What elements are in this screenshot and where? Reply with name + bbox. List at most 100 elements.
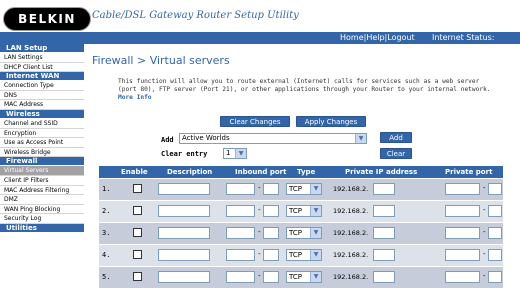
sidebar-section-lan-setup[interactable]: LAN Setup — [0, 44, 84, 53]
private-port-end-input[interactable] — [488, 271, 502, 283]
type-value: TCP — [289, 251, 302, 259]
private-port-end-input[interactable] — [488, 183, 502, 195]
sidebar-section-internet-wan[interactable]: Internet WAN — [0, 72, 84, 82]
clear-changes-button[interactable]: Clear Changes — [220, 116, 290, 127]
description-input[interactable] — [158, 205, 210, 217]
type-select[interactable]: TCP ▼ — [286, 205, 322, 217]
sidebar-item-connection-type[interactable]: Connection Type — [0, 81, 84, 91]
inbound-port-start-input[interactable] — [226, 271, 255, 283]
inbound-port-start-input[interactable] — [226, 205, 255, 217]
private-port-start-input[interactable] — [445, 227, 480, 239]
sidebar-item-dns[interactable]: DNS — [0, 90, 84, 101]
description-text: This function will allow you to route ex… — [118, 78, 491, 93]
sidebar-item-mac-address-filtering[interactable]: MAC Address Filtering — [0, 185, 84, 196]
inbound-port-end-input[interactable] — [263, 249, 279, 261]
clear-entry-label: Clear entry — [161, 150, 208, 158]
enable-checkbox[interactable] — [133, 250, 142, 259]
inbound-port-start-input[interactable] — [226, 249, 255, 261]
description-input[interactable] — [158, 183, 210, 195]
private-port-start-input[interactable] — [445, 249, 480, 261]
clear-button[interactable]: Clear — [380, 148, 412, 159]
enable-checkbox[interactable] — [133, 272, 142, 281]
sidebar-item-dhcp-client-list[interactable]: DHCP Client List — [0, 62, 84, 73]
clear-entry-select[interactable]: 1 ▼ — [223, 148, 247, 159]
chevron-down-icon[interactable]: ▼ — [310, 206, 321, 216]
type-select[interactable]: TCP ▼ — [286, 183, 322, 195]
top-links[interactable]: Home|Help|Logout — [340, 33, 415, 42]
enable-checkbox[interactable] — [133, 206, 142, 215]
sidebar-item-wireless-bridge[interactable]: Wireless Bridge — [0, 147, 84, 158]
type-value: TCP — [289, 207, 302, 215]
description-input[interactable] — [158, 227, 210, 239]
description-input[interactable] — [158, 249, 210, 261]
more-info-link[interactable]: More Info — [118, 94, 152, 101]
ip-prefix: 192.168.2. — [333, 229, 369, 237]
add-label: Add — [161, 136, 174, 144]
private-ip-input[interactable] — [373, 183, 395, 195]
clear-entry-value: 1 — [226, 149, 231, 157]
private-port-end-input[interactable] — [488, 249, 502, 261]
inbound-port-end-input[interactable] — [263, 227, 279, 239]
private-ip-input[interactable] — [373, 249, 395, 261]
app-title: Cable/DSL Gateway Router Setup Utility — [92, 10, 299, 21]
main-content: Firewall > Virtual servers This function… — [84, 44, 520, 288]
sidebar-item-dmz[interactable]: DMZ — [0, 195, 84, 205]
table-row: 2. - TCP ▼ 192.168.2. - — [99, 200, 503, 222]
sidebar-item-encryption[interactable]: Encryption — [0, 128, 84, 139]
inbound-port-end-input[interactable] — [263, 205, 279, 217]
chevron-down-icon[interactable]: ▼ — [235, 149, 246, 158]
add-service-select[interactable]: Active Worlds ▼ — [179, 133, 367, 144]
ip-prefix: 192.168.2. — [333, 273, 369, 281]
private-ip-input[interactable] — [373, 227, 395, 239]
sidebar-item-lan-settings[interactable]: LAN Settings — [0, 53, 84, 63]
chevron-down-icon[interactable]: ▼ — [310, 228, 321, 238]
add-service-value: Active Worlds — [182, 134, 230, 142]
private-ip-input[interactable] — [373, 271, 395, 283]
private-port-end-input[interactable] — [488, 205, 502, 217]
sidebar-item-client-ip-filters[interactable]: Client IP Filters — [0, 175, 84, 186]
row-number: 3. — [102, 229, 111, 237]
inbound-port-end-input[interactable] — [263, 271, 279, 283]
enable-checkbox[interactable] — [133, 184, 142, 193]
table-row: 5. - TCP ▼ 192.168.2. - — [99, 266, 503, 288]
inbound-port-start-input[interactable] — [226, 183, 255, 195]
inbound-port-start-input[interactable] — [226, 227, 255, 239]
port-range-separator: - — [483, 228, 486, 236]
sidebar-section-utilities[interactable]: Utilities — [0, 223, 84, 233]
private-port-start-input[interactable] — [445, 271, 480, 283]
row-number: 1. — [102, 185, 111, 193]
type-select[interactable]: TCP ▼ — [286, 227, 322, 239]
chevron-down-icon[interactable]: ▼ — [310, 184, 321, 194]
sidebar-item-channel-ssid[interactable]: Channel and SSID — [0, 118, 84, 129]
ip-prefix: 192.168.2. — [333, 185, 369, 193]
type-select[interactable]: TCP ▼ — [286, 271, 322, 283]
private-port-start-input[interactable] — [445, 183, 480, 195]
logo-text: BELKIN — [18, 12, 76, 26]
description-input[interactable] — [158, 271, 210, 283]
add-button[interactable]: Add — [380, 132, 412, 143]
sidebar-item-access-point[interactable]: Use as Access Point — [0, 138, 84, 148]
chevron-down-icon[interactable]: ▼ — [355, 134, 366, 143]
chevron-down-icon[interactable]: ▼ — [310, 250, 321, 260]
table-row: 1. - TCP ▼ 192.168.2. - — [99, 178, 503, 200]
header-description: Description — [167, 168, 213, 176]
header-private-port: Private port — [445, 168, 493, 176]
private-port-end-input[interactable] — [488, 227, 502, 239]
enable-checkbox[interactable] — [133, 228, 142, 237]
apply-changes-button[interactable]: Apply Changes — [296, 116, 366, 127]
sidebar-item-wan-ping-blocking[interactable]: WAN Ping Blocking — [0, 204, 84, 215]
sidebar-item-virtual-servers[interactable]: Virtual Servers — [0, 166, 84, 176]
chevron-down-icon[interactable]: ▼ — [310, 272, 321, 282]
sidebar-item-mac-address[interactable]: MAC Address — [0, 100, 84, 110]
sidebar-section-wireless[interactable]: Wireless — [0, 109, 84, 119]
type-value: TCP — [289, 229, 302, 237]
home-help-logout-links[interactable]: Home|Help|Logout — [340, 33, 415, 42]
private-ip-input[interactable] — [373, 205, 395, 217]
port-range-separator: - — [258, 228, 261, 236]
sidebar-section-firewall[interactable]: Firewall — [0, 157, 84, 167]
inbound-port-end-input[interactable] — [263, 183, 279, 195]
type-value: TCP — [289, 185, 302, 193]
type-select[interactable]: TCP ▼ — [286, 249, 322, 261]
sidebar-item-security-log[interactable]: Security Log — [0, 214, 84, 224]
private-port-start-input[interactable] — [445, 205, 480, 217]
